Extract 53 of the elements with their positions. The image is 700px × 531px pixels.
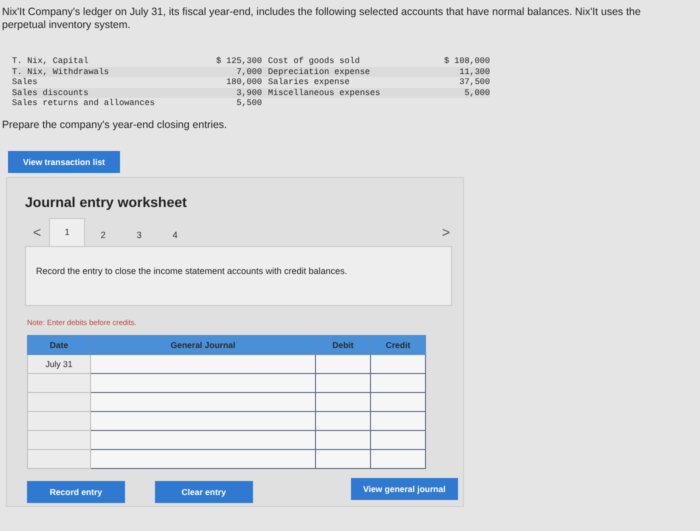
account-amount: $ 108,000 xyxy=(443,56,490,66)
account-name: Miscellaneous expenses xyxy=(267,88,382,98)
account-name: Sales returns and allowances xyxy=(12,98,156,108)
account-input[interactable] xyxy=(91,374,315,392)
account-input[interactable] xyxy=(91,354,315,372)
account-amount: 7,000 xyxy=(235,66,262,77)
account-name: T. Nix, Capital xyxy=(12,56,90,66)
account-name: T. Nix, Withdrawals xyxy=(12,66,110,77)
account-input[interactable] xyxy=(91,392,315,410)
debit-input[interactable] xyxy=(316,430,370,448)
date-cell: July 31 xyxy=(28,354,90,373)
action-button[interactable]: Record entry xyxy=(27,480,125,502)
worksheet-title: Journal entry worksheet xyxy=(25,194,188,210)
credit-input[interactable] xyxy=(371,450,425,468)
account-amount: 180,000 xyxy=(225,77,262,88)
instruction-text: Record the entry to close the income statement accounts with credit balances. xyxy=(36,266,348,276)
debit-input[interactable] xyxy=(316,450,370,468)
account-name: Salaries expense xyxy=(267,77,351,88)
account-amount: 3,900 xyxy=(235,88,262,98)
credit-input[interactable] xyxy=(371,412,425,430)
column-header: Date xyxy=(28,335,90,354)
worksheet-tab[interactable]: 3 xyxy=(121,224,158,246)
action-button[interactable]: Clear entry xyxy=(154,480,253,502)
account-amount: 5,000 xyxy=(463,88,490,98)
worksheet-tab[interactable]: 2 xyxy=(85,224,122,246)
action-button[interactable]: View general journal xyxy=(350,478,458,500)
debit-input[interactable] xyxy=(316,392,370,410)
account-input[interactable] xyxy=(91,450,315,468)
account-name: Cost of goods sold xyxy=(267,56,361,66)
account-amount: 37,500 xyxy=(458,77,490,88)
credit-input[interactable] xyxy=(371,374,425,392)
credit-input[interactable] xyxy=(371,430,425,448)
worksheet-tab[interactable]: 4 xyxy=(157,224,194,246)
worksheet-tab[interactable]: 1 xyxy=(49,218,86,246)
credit-input[interactable] xyxy=(371,392,425,410)
debit-input[interactable] xyxy=(316,354,370,372)
debit-input[interactable] xyxy=(316,412,370,430)
account-input[interactable] xyxy=(91,412,315,430)
account-amount: 5,500 xyxy=(235,98,262,108)
credit-input[interactable] xyxy=(371,354,425,372)
account-input[interactable] xyxy=(91,430,315,448)
task-text: Prepare the company's year-end closing entries. xyxy=(2,118,228,130)
account-amount: $ 125,300 xyxy=(215,56,262,66)
account-name: Depreciation expense xyxy=(267,66,372,77)
column-header: General Journal xyxy=(90,335,316,354)
intro-text: Nix'It Company's ledger on July 31, its fiscal year-end, includes the following selected accounts that have normal balances. Nix'It uses the perpetual inventory system. xyxy=(1,5,642,32)
debit-input[interactable] xyxy=(316,374,370,392)
view-transaction-list-button[interactable]: View transaction list xyxy=(8,150,120,172)
account-name: Sales xyxy=(12,77,39,88)
column-header: Debit xyxy=(316,335,370,354)
column-header: Credit xyxy=(370,335,426,354)
account-amount: 11,300 xyxy=(458,66,490,77)
account-name: Sales discounts xyxy=(12,88,90,98)
